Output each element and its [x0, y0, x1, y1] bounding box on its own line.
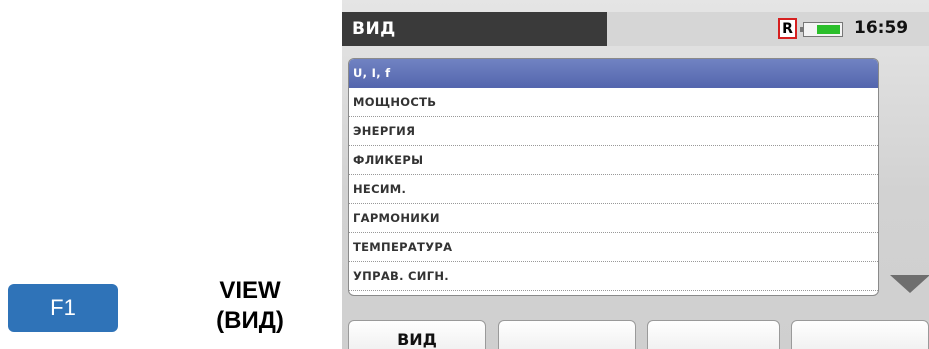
view-caption-en: VIEW	[219, 277, 281, 304]
menu-item-unbalance[interactable]: НЕСИМ.	[349, 175, 878, 204]
menu-item-flickers[interactable]: ФЛИКЕРЫ	[349, 146, 878, 175]
record-indicator: R	[778, 18, 797, 39]
device-screen: ВИД R 16:59 U, I, f МОЩНОСТЬ ЭНЕРГИЯ ФЛИ…	[342, 0, 929, 349]
softkey-4[interactable]	[791, 320, 929, 349]
scroll-down-icon[interactable]	[890, 275, 929, 293]
view-caption-ru: (ВИД)	[216, 307, 284, 334]
status-bar: ВИД R 16:59	[342, 12, 929, 46]
view-menu-list: U, I, f МОЩНОСТЬ ЭНЕРГИЯ ФЛИКЕРЫ НЕСИМ. …	[348, 58, 879, 296]
clock: 16:59	[854, 18, 909, 38]
battery-icon	[800, 22, 843, 37]
screen-title: ВИД	[342, 12, 607, 46]
menu-item-u-i-f[interactable]: U, I, f	[349, 59, 878, 88]
battery-fill	[817, 25, 840, 34]
menu-item-energy[interactable]: ЭНЕРГИЯ	[349, 117, 878, 146]
softkey-bar: ВИД	[342, 320, 929, 349]
f1-key-label: F1	[50, 295, 76, 320]
menu-item-signalling[interactable]: УПРАВ. СИГН.	[349, 262, 878, 291]
menu-item-power[interactable]: МОЩНОСТЬ	[349, 88, 878, 117]
softkey-2[interactable]	[498, 320, 636, 349]
softkey-3[interactable]	[647, 320, 780, 349]
menu-item-temperature[interactable]: ТЕМПЕРАТУРА	[349, 233, 878, 262]
view-caption: VIEW (ВИД)	[170, 276, 330, 336]
menu-item-harmonics[interactable]: ГАРМОНИКИ	[349, 204, 878, 233]
f1-key[interactable]: F1	[8, 284, 118, 332]
softkey-view[interactable]: ВИД	[348, 320, 486, 349]
